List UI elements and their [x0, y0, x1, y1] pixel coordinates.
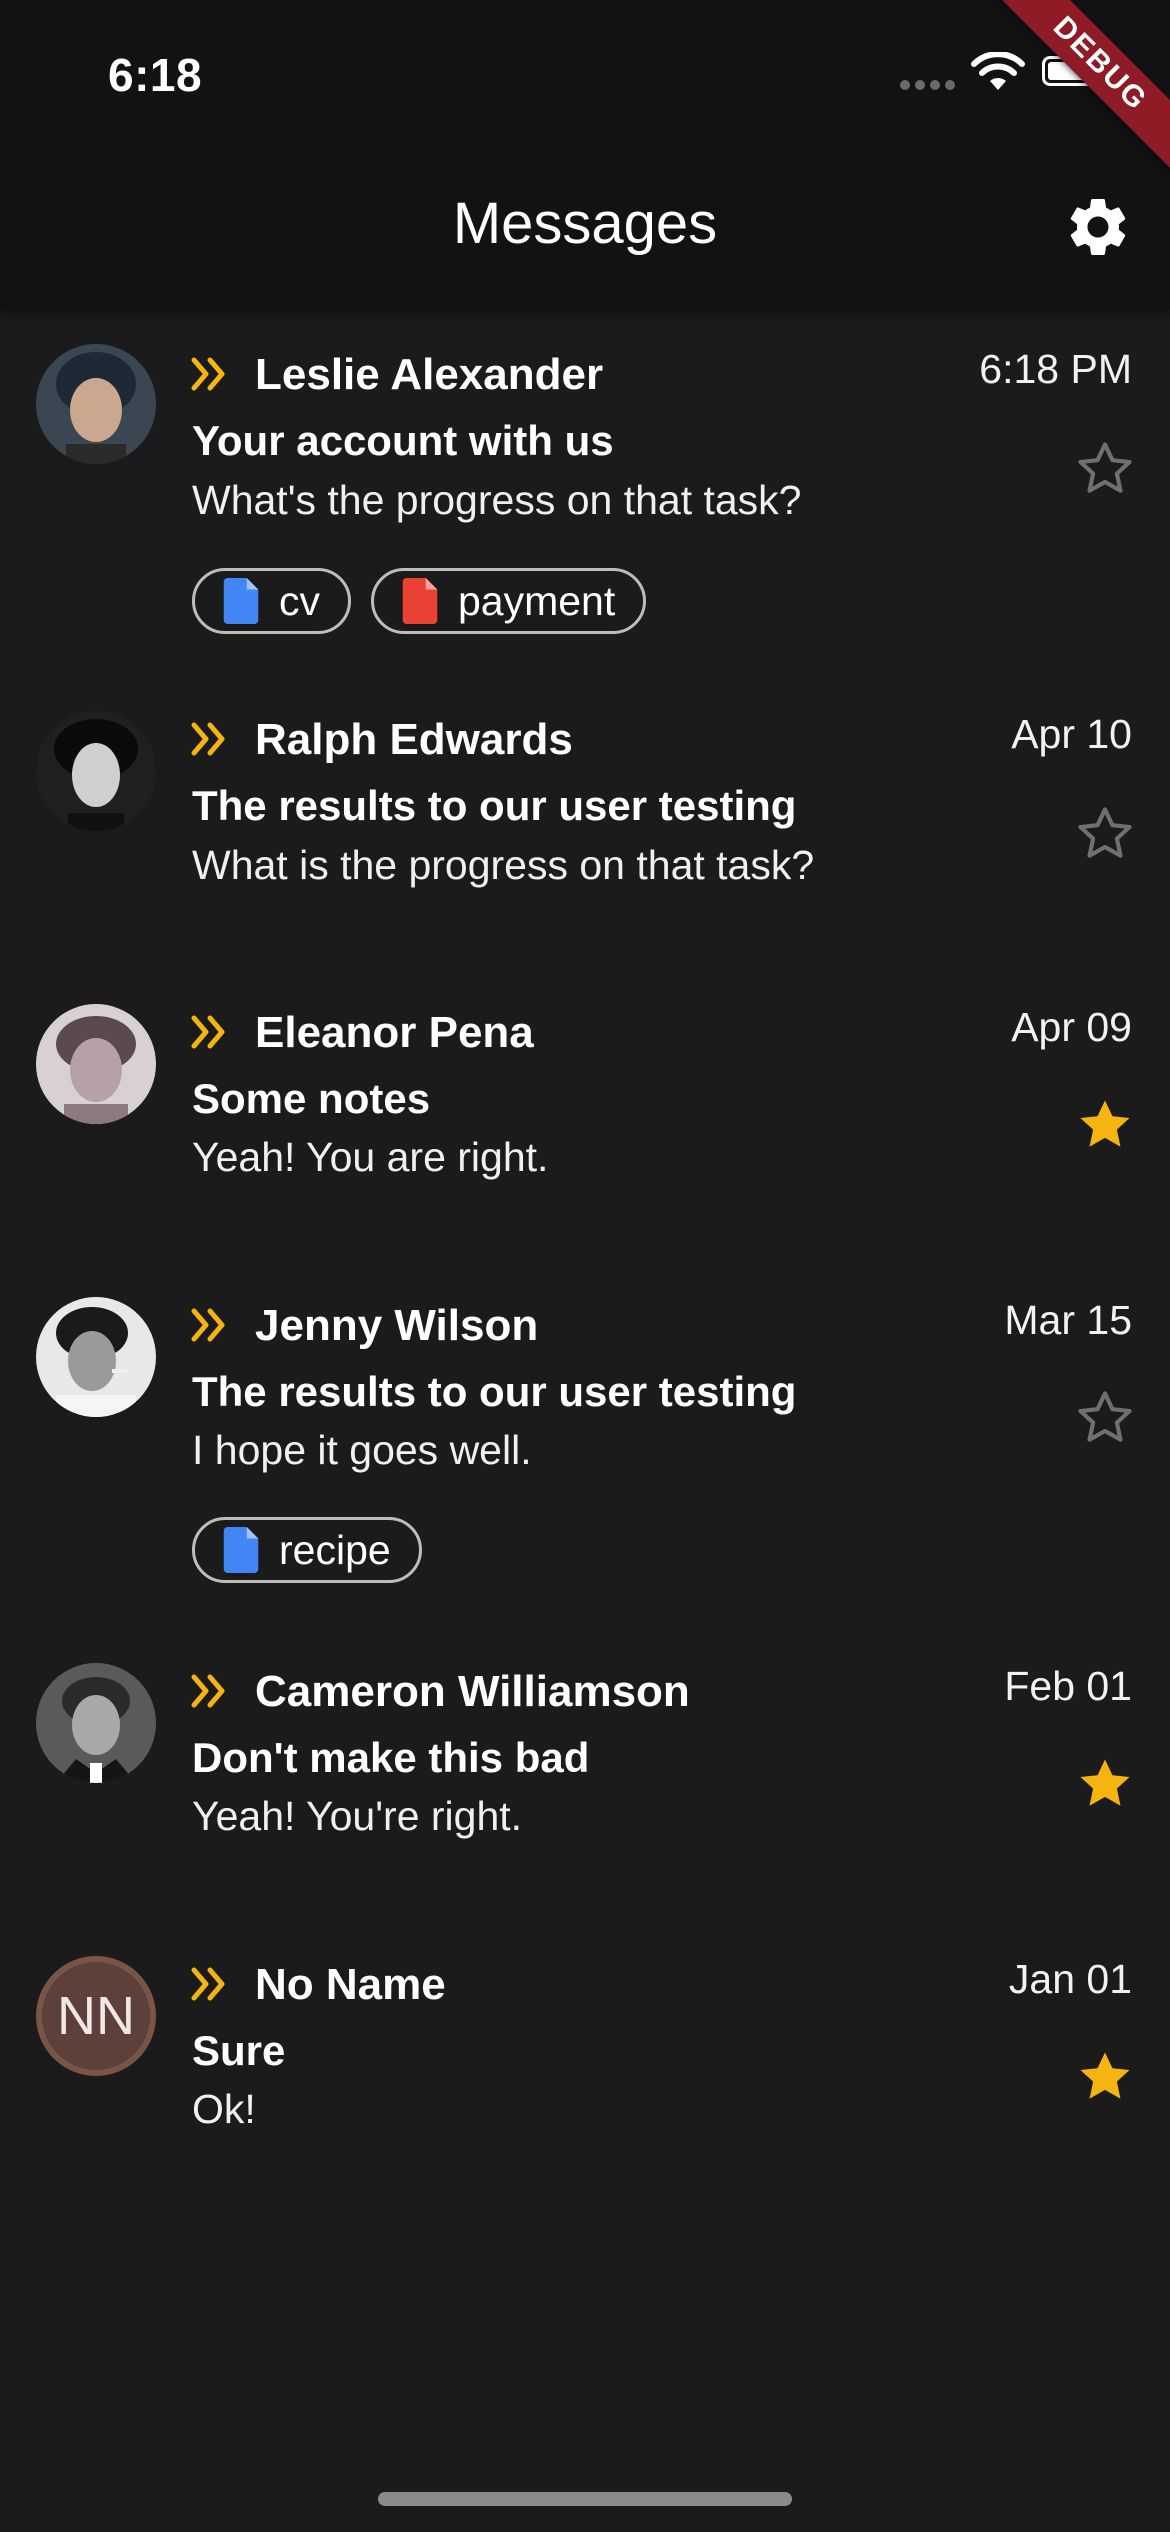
message-preview: What is the progress on that task?: [192, 842, 815, 888]
message-item[interactable]: NN No Name Jan 01 Sure Ok!: [0, 1922, 1170, 2215]
status-time: 6:18: [108, 49, 203, 101]
chevron-double-right-icon: [191, 1015, 225, 1049]
attachment-chip[interactable]: payment: [371, 568, 647, 634]
star-filled-icon[interactable]: [1074, 1094, 1136, 1156]
message-date: Mar 15: [1004, 1297, 1132, 1343]
file-icon: [223, 1527, 259, 1573]
message-preview: Yeah! You're right.: [192, 1793, 523, 1839]
attachment-chips: cv payment: [192, 568, 647, 634]
message-date: Apr 10: [1011, 711, 1132, 757]
message-preview: Yeah! You are right.: [192, 1134, 549, 1180]
avatar: [36, 1004, 156, 1124]
star-outline-icon[interactable]: [1074, 803, 1136, 865]
chevron-double-right-icon: [191, 722, 225, 756]
wifi-icon: [971, 52, 1025, 90]
attachment-chip[interactable]: recipe: [192, 1517, 422, 1583]
attachment-label: cv: [279, 577, 320, 624]
message-item[interactable]: Jenny Wilson Mar 15 The results to our u…: [0, 1263, 1170, 1629]
home-indicator[interactable]: [378, 2492, 792, 2506]
avatar: NN: [36, 1956, 156, 2076]
message-date: 6:18 PM: [979, 346, 1132, 392]
attachment-label: recipe: [279, 1526, 391, 1573]
avatar: [36, 1663, 156, 1783]
avatar: [36, 711, 156, 831]
message-date: Apr 09: [1011, 1004, 1132, 1050]
sender-name: Cameron Williamson: [255, 1667, 690, 1716]
message-item[interactable]: Eleanor Pena Apr 09 Some notes Yeah! You…: [0, 970, 1170, 1263]
message-subject: Sure: [192, 2027, 286, 2074]
message-subject: The results to our user testing: [192, 1368, 797, 1415]
message-item[interactable]: Ralph Edwards Apr 10 The results to our …: [0, 675, 1170, 970]
message-date: Jan 01: [1008, 1956, 1132, 2002]
file-icon: [402, 578, 438, 624]
star-filled-icon[interactable]: [1074, 1753, 1136, 1815]
chevron-double-right-icon: [191, 357, 225, 391]
chevron-double-right-icon: [191, 1674, 225, 1708]
page-title: Messages: [452, 191, 718, 256]
sender-name: Jenny Wilson: [255, 1301, 539, 1350]
app-bar: 6:18 DEBUG Messages: [0, 0, 1170, 310]
message-item[interactable]: Leslie Alexander 6:18 PM Your account wi…: [0, 310, 1170, 675]
sender-name: Leslie Alexander: [255, 350, 604, 399]
message-preview: I hope it goes well.: [192, 1427, 532, 1473]
attachment-label: payment: [458, 577, 616, 624]
debug-banner: DEBUG: [962, 0, 1170, 202]
chevron-double-right-icon: [191, 1967, 225, 2001]
message-date: Feb 01: [1004, 1663, 1132, 1709]
message-subject: The results to our user testing: [192, 782, 797, 829]
message-item[interactable]: Cameron Williamson Feb 01 Don't make thi…: [0, 1629, 1170, 1922]
star-outline-icon[interactable]: [1074, 1387, 1136, 1449]
cellular-signal-icon: [900, 80, 956, 90]
avatar: [36, 344, 156, 464]
star-outline-icon[interactable]: [1074, 438, 1136, 500]
sender-name: Ralph Edwards: [255, 715, 573, 764]
message-subject: Don't make this bad: [192, 1734, 590, 1781]
message-preview: What's the progress on that task?: [192, 477, 802, 523]
gear-icon[interactable]: [1063, 192, 1133, 262]
sender-name: No Name: [255, 1960, 446, 2009]
message-subject: Some notes: [192, 1075, 431, 1122]
message-preview: Ok!: [192, 2086, 256, 2132]
message-subject: Your account with us: [192, 417, 614, 464]
avatar: [36, 1297, 156, 1417]
star-filled-icon[interactable]: [1074, 2046, 1136, 2108]
sender-name: Eleanor Pena: [255, 1008, 534, 1057]
file-icon: [223, 578, 259, 624]
chevron-double-right-icon: [191, 1308, 225, 1342]
attachment-chips: recipe: [192, 1517, 422, 1583]
attachment-chip[interactable]: cv: [192, 568, 351, 634]
